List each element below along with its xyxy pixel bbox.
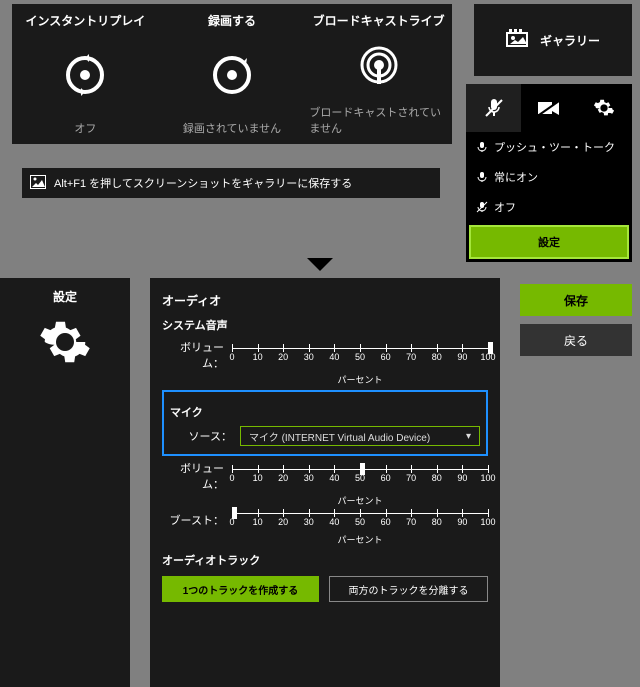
audio-panel: オーディオ システム音声 ボリューム： 01020304050607080901… [150, 278, 500, 687]
split-track-button[interactable]: 両方のトラックを分離する [329, 576, 488, 602]
gallery-icon [506, 29, 532, 52]
hint-text: Alt+F1 を押してスクリーンショットをギャラリーに保存する [54, 175, 352, 191]
menu-label: 設定 [538, 234, 560, 250]
image-icon [30, 175, 46, 192]
chevron-down-icon: ▾ [466, 431, 471, 442]
tab-settings[interactable] [577, 84, 632, 132]
replay-icon [62, 52, 108, 98]
percent-label: パーセント [232, 494, 488, 507]
overlay-cards: インスタントリプレイ オフ 録画する 録画されていません ブロードキャストライブ… [12, 4, 452, 144]
settings-tab[interactable]: 設定 [0, 278, 130, 687]
system-audio-heading: システム音声 [162, 317, 488, 333]
screenshot-hint[interactable]: Alt+F1 を押してスクリーンショットをギャラリーに保存する [22, 168, 440, 198]
menu-label: プッシュ・ツー・トーク [494, 139, 615, 155]
card-instant-replay[interactable]: インスタントリプレイ オフ [12, 4, 159, 144]
mic-source-select[interactable]: マイク (INTERNET Virtual Audio Device) ▾ [240, 426, 480, 446]
audio-heading: オーディオ [162, 292, 488, 309]
tab-mic[interactable] [466, 84, 521, 132]
boost-label: ブースト： [162, 512, 232, 528]
card-title: インスタントリプレイ [25, 12, 145, 29]
menu-settings[interactable]: 設定 [469, 225, 629, 259]
source-label: ソース： [170, 428, 240, 444]
card-title: 録画する [208, 12, 256, 29]
broadcast-icon [356, 44, 402, 90]
menu-always-on[interactable]: 常にオン [466, 162, 632, 192]
save-button[interactable]: 保存 [520, 284, 632, 316]
percent-label: パーセント [232, 533, 488, 546]
volume-label: ボリューム： [162, 460, 232, 492]
percent-label: パーセント [232, 373, 488, 386]
mic-source-highlight: マイク ソース： マイク (INTERNET Virtual Audio Dev… [162, 390, 488, 456]
record-icon [209, 52, 255, 98]
card-title: ブロードキャストライブ [313, 12, 445, 29]
select-value: マイク (INTERNET Virtual Audio Device) [249, 429, 430, 444]
back-button[interactable]: 戻る [520, 324, 632, 356]
gallery-button[interactable]: ギャラリー [474, 4, 632, 76]
settings-tab-label: 設定 [53, 288, 77, 305]
card-record[interactable]: 録画する 録画されていません [159, 4, 306, 144]
tab-camera[interactable] [521, 84, 576, 132]
mic-heading: マイク [170, 404, 480, 420]
menu-off[interactable]: オフ [466, 192, 632, 222]
boost-slider[interactable]: 0102030405060708090100 [232, 509, 488, 531]
volume-label: ボリューム： [162, 339, 232, 371]
audio-track-heading: オーディオトラック [162, 552, 488, 568]
mic-volume-slider[interactable]: 0102030405060708090100 [232, 465, 488, 487]
menu-label: オフ [494, 199, 516, 215]
system-volume-slider[interactable]: 0102030405060708090100 [232, 344, 488, 366]
card-status: オフ [74, 120, 96, 136]
card-broadcast[interactable]: ブロードキャストライブ ブロードキャストされていません [305, 4, 452, 144]
menu-push-to-talk[interactable]: プッシュ・ツー・トーク [466, 132, 632, 162]
gear-icon [38, 315, 92, 374]
arrow-down-icon [307, 258, 333, 277]
card-status: 録画されていません [183, 120, 281, 136]
single-track-button[interactable]: 1つのトラックを作成する [162, 576, 319, 602]
mic-sidebar: プッシュ・ツー・トーク 常にオン オフ 設定 [466, 84, 632, 262]
gallery-label: ギャラリー [540, 32, 600, 49]
menu-label: 常にオン [494, 169, 538, 185]
card-status: ブロードキャストされていません [309, 104, 448, 136]
